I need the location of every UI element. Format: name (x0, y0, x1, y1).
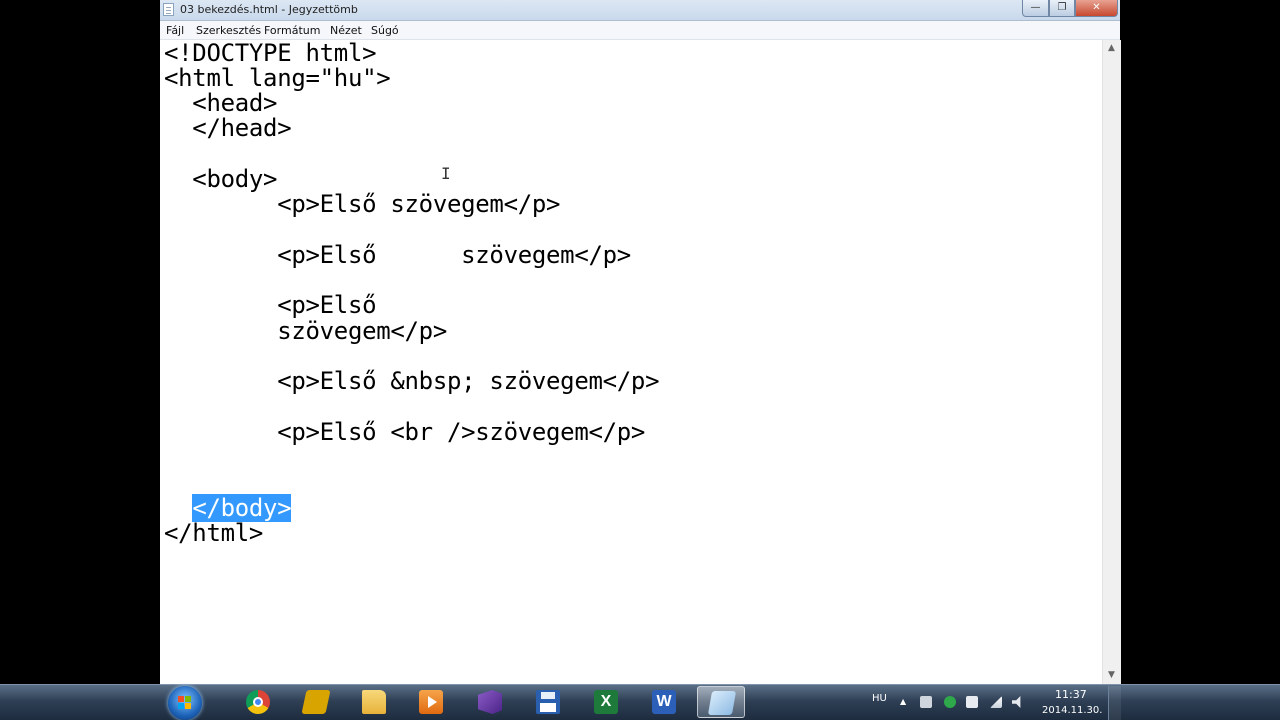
word-icon: W (652, 690, 676, 714)
scroll-down-icon[interactable]: ▼ (1103, 667, 1120, 684)
editor-line: <p>Első &nbsp; szövegem</p> (164, 367, 660, 395)
menu-help[interactable]: Súgó (371, 24, 399, 37)
chrome-icon (246, 690, 270, 714)
scroll-up-icon[interactable]: ▲ (1103, 40, 1120, 57)
show-desktop-button[interactable] (1108, 686, 1121, 720)
taskbar-explorer[interactable] (350, 686, 398, 718)
editor-line: <!DOCTYPE html> (164, 39, 377, 67)
editor-line: <body> (164, 165, 278, 193)
menu-view[interactable]: Nézet (330, 24, 362, 37)
taskbar-word[interactable]: W (640, 686, 688, 718)
editor-line: <p>Első (164, 291, 377, 319)
taskbar-filezilla[interactable] (292, 686, 340, 718)
text-cursor-icon: I (441, 164, 451, 183)
action-center-icon[interactable] (920, 696, 932, 708)
notepad-app-icon[interactable] (163, 3, 174, 16)
start-button[interactable] (168, 686, 202, 720)
taskbar-save[interactable] (524, 686, 572, 718)
editor-line: <p>Első <br />szövegem</p> (164, 418, 646, 446)
taskbar-visual-studio[interactable] (466, 686, 514, 718)
editor-line: <head> (164, 89, 278, 117)
text-editor[interactable]: <!DOCTYPE html> <html lang="hu"> <head> … (160, 40, 1102, 684)
editor-line: </html> (164, 519, 264, 547)
menu-edit[interactable]: Szerkesztés (196, 24, 261, 37)
taskbar-media-player[interactable] (407, 686, 455, 718)
editor-line: <p>Első szövegem</p> (164, 190, 561, 218)
media-player-icon (419, 690, 443, 714)
tray-app-icon[interactable] (944, 696, 956, 708)
minimize-button[interactable]: — (1022, 0, 1049, 17)
vertical-scrollbar[interactable]: ▲ ▼ (1102, 40, 1121, 684)
maximize-button[interactable]: ❐ (1049, 0, 1075, 17)
taskbar-excel[interactable]: X (582, 686, 630, 718)
menu-bar: Fájl Szerkesztés Formátum Nézet Súgó (160, 21, 1120, 40)
visual-studio-icon (478, 690, 502, 714)
menu-format[interactable]: Formátum (264, 24, 320, 37)
windows-logo-icon (178, 696, 192, 710)
text-selection: </body> (192, 494, 292, 522)
notepad-window: 03 bekezdés.html - Jegyzettömb — ❐ ✕ Fáj… (160, 0, 1121, 684)
filezilla-icon (301, 690, 331, 714)
tray-expand-icon[interactable]: ▲ (900, 697, 906, 706)
save-floppy-icon (536, 690, 560, 714)
editor-line: <html lang="hu"> (164, 64, 391, 92)
power-icon[interactable] (966, 696, 978, 708)
clock-date[interactable]: 2014.11.30. (1042, 705, 1102, 716)
editor-line: szövegem</p> (164, 317, 447, 345)
title-bar[interactable]: 03 bekezdés.html - Jegyzettömb — ❐ ✕ (160, 0, 1120, 21)
close-button[interactable]: ✕ (1075, 0, 1118, 17)
excel-icon: X (594, 690, 618, 714)
language-indicator[interactable]: HU (872, 693, 887, 704)
notepad-icon (707, 691, 737, 715)
taskbar-notepad[interactable] (697, 686, 745, 718)
taskbar-chrome[interactable] (234, 686, 282, 718)
editor-line: <p>Első szövegem</p> (164, 241, 631, 269)
window-title: 03 bekezdés.html - Jegyzettömb (180, 3, 358, 16)
editor-line: </head> (164, 114, 292, 142)
clock-time[interactable]: 11:37 (1055, 688, 1087, 701)
explorer-folder-icon (362, 690, 386, 714)
menu-file[interactable]: Fájl (166, 24, 184, 37)
editor-line-selected: </body> (164, 494, 292, 522)
